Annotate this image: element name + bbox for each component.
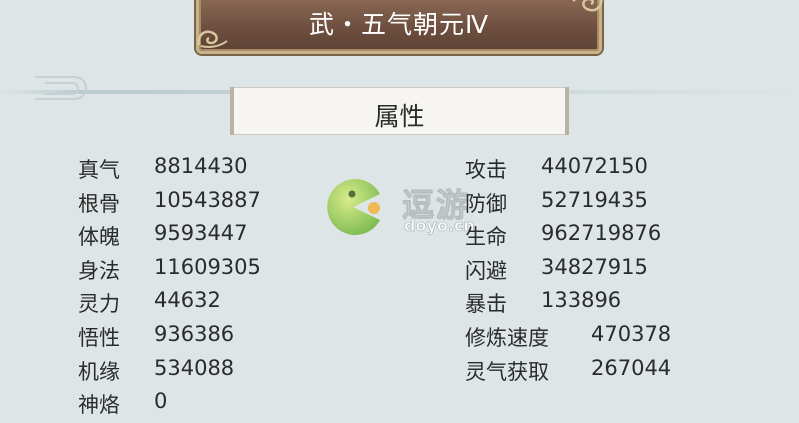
stat-value: 52719435 <box>541 187 648 212</box>
stat-name: 机缘 <box>78 359 120 384</box>
stat-value: 962719876 <box>541 221 662 246</box>
title-banner: 武・五气朝元Ⅳ <box>196 0 603 54</box>
stat-value: 470378 <box>591 321 672 346</box>
stat-name: 生命 <box>465 225 507 250</box>
attributes-header-label: 属性 <box>374 102 425 131</box>
pacman-logo-icon <box>327 179 380 235</box>
stat-value: 133896 <box>541 288 622 313</box>
stat-name: 修炼速度 <box>465 325 549 350</box>
stat-name: 真气 <box>78 158 120 182</box>
stat-value: 0 <box>154 389 168 414</box>
stat-name: 根骨 <box>78 191 120 216</box>
skill-title: 武・五气朝元Ⅳ <box>308 10 490 39</box>
stat-value: 44632 <box>154 288 221 313</box>
stat-name: 暴击 <box>465 292 507 317</box>
stat-value: 936386 <box>154 321 235 346</box>
stat-name: 体魄 <box>78 225 120 250</box>
stat-name: 攻击 <box>465 158 507 182</box>
stat-value: 34827915 <box>541 254 648 279</box>
attributes-header: 属性 <box>230 87 569 135</box>
stat-value: 267044 <box>591 355 672 380</box>
stat-name: 灵力 <box>78 292 120 317</box>
stat-value: 8814430 <box>154 154 248 178</box>
stat-name: 身法 <box>78 258 120 283</box>
stat-value: 10543887 <box>154 187 261 212</box>
cloud-swirl-decoration-inner <box>45 82 79 95</box>
stat-name: 悟性 <box>78 325 120 350</box>
stat-name: 闪避 <box>465 258 507 283</box>
stat-value: 9593447 <box>154 221 248 246</box>
stat-name: 灵气获取 <box>465 359 549 384</box>
stat-value: 11609305 <box>154 254 261 279</box>
stat-value: 534088 <box>154 355 235 380</box>
stat-value: 44072150 <box>541 154 648 178</box>
stat-name: 防御 <box>465 191 507 216</box>
